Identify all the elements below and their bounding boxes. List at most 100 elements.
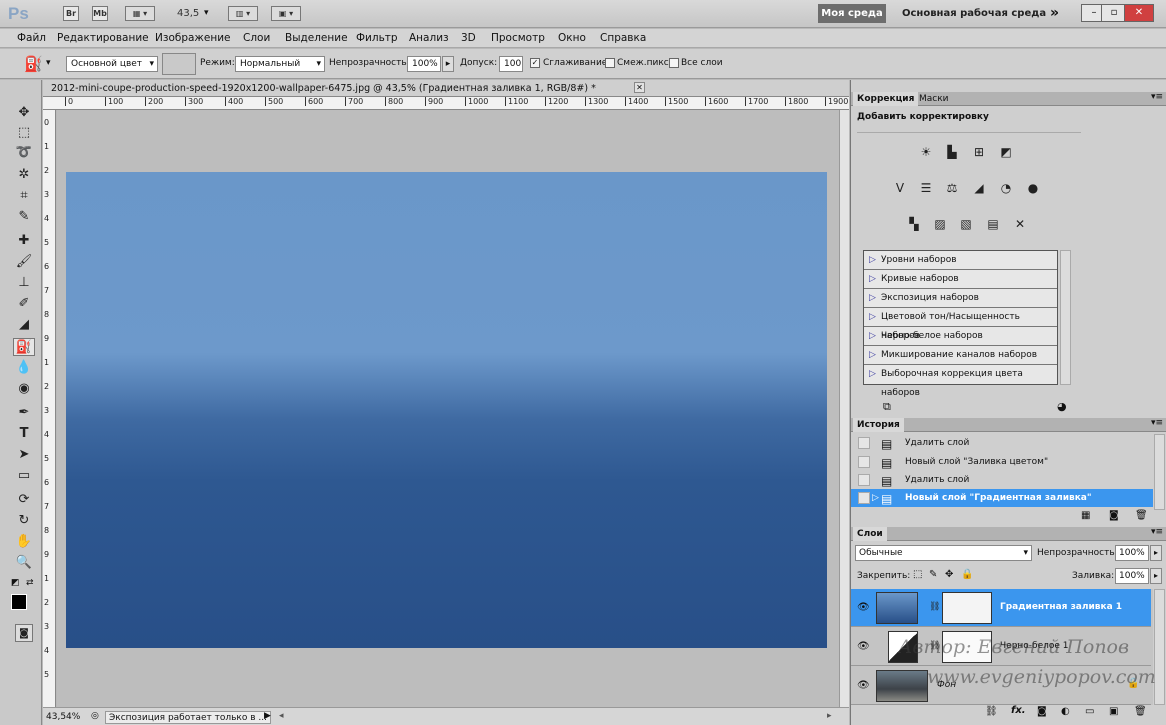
eye-icon[interactable]: 👁 — [857, 602, 870, 613]
photo-filter-icon[interactable]: ◔ — [997, 180, 1015, 196]
eyedropper-tool-icon[interactable]: ✎ — [13, 208, 35, 226]
clone-stamp-tool-icon[interactable]: ⊥ — [13, 274, 35, 292]
history-source-checkbox[interactable] — [858, 456, 870, 468]
menu-view[interactable]: Просмотр — [491, 32, 545, 44]
eye-icon[interactable]: 👁 — [857, 680, 870, 691]
menu-select[interactable]: Выделение — [285, 32, 348, 44]
gradient-fill-image[interactable] — [66, 172, 827, 648]
history-source-checkbox[interactable] — [858, 437, 870, 449]
delete-state-icon[interactable]: 🗑 — [1135, 510, 1148, 521]
scroll-left-icon[interactable]: ◂ — [279, 711, 284, 721]
tab-adjustments[interactable]: Коррекция — [853, 92, 919, 106]
preset-item[interactable]: ▷ Черно-белое наборов — [864, 327, 1057, 346]
workspace-my[interactable]: Моя среда — [818, 4, 886, 23]
quick-mask-icon[interactable]: ◙ — [15, 624, 33, 642]
opacity-input[interactable]: 100% — [407, 56, 441, 72]
preset-item[interactable]: ▷ Экспозиция наборов — [864, 289, 1057, 308]
type-tool-icon[interactable]: T — [13, 425, 35, 443]
fill-slider-button[interactable]: ▸ — [1150, 568, 1162, 584]
history-item[interactable]: ▤ Новый слой "Заливка цветом" — [851, 453, 1153, 471]
brush-tool-icon[interactable]: 🖌 — [13, 253, 35, 271]
history-item[interactable]: ▤ Удалить слой — [851, 434, 1153, 452]
path-selection-tool-icon[interactable]: ➤ — [13, 446, 35, 464]
new-layer-icon[interactable]: ▣ — [1109, 706, 1118, 717]
posterize-icon[interactable]: ▨ — [931, 216, 949, 232]
preset-item[interactable]: ▷ Кривые наборов — [864, 270, 1057, 289]
paint-bucket-preset-icon[interactable]: ⛽ — [24, 55, 43, 73]
add-mask-icon[interactable]: ◙ — [1037, 706, 1047, 717]
delete-layer-icon[interactable]: 🗑 — [1134, 706, 1147, 717]
layer-opacity-input[interactable]: 100% — [1115, 545, 1149, 561]
panel-menu-icon[interactable]: ▾≡ — [1151, 418, 1163, 428]
preset-dropdown-icon[interactable]: ▾ — [46, 58, 51, 68]
tab-masks[interactable]: Маски — [915, 92, 953, 106]
status-info-icon[interactable]: ◎ — [91, 711, 99, 721]
visibility-toggle-icon[interactable]: ◕ — [1057, 400, 1067, 413]
swap-colors-icon[interactable]: ⇄ — [26, 578, 34, 588]
fill-source-select[interactable]: Основной цвет ▾ — [66, 56, 158, 72]
zoom-dropdown-icon[interactable]: ▾ — [204, 8, 209, 18]
3d-rotate-tool-icon[interactable]: ⟳ — [13, 491, 35, 509]
healing-brush-tool-icon[interactable]: ✚ — [13, 232, 35, 250]
menu-help[interactable]: Справка — [600, 32, 646, 44]
lock-pixels-icon[interactable]: ✎ — [929, 569, 937, 580]
snapshot-icon[interactable]: ◙ — [1109, 510, 1119, 521]
foreground-color-swatch[interactable] — [11, 594, 27, 610]
panel-menu-icon[interactable]: ▾≡ — [1151, 92, 1163, 102]
hue-saturation-icon[interactable]: ☰ — [917, 180, 935, 196]
curves-icon[interactable]: ⊞ — [970, 144, 988, 160]
presets-scrollbar[interactable] — [1060, 250, 1071, 385]
fill-input[interactable]: 100% — [1115, 568, 1149, 584]
new-group-icon[interactable]: ▭ — [1085, 706, 1094, 717]
exposure-icon[interactable]: ◩ — [997, 144, 1015, 160]
close-document-icon[interactable]: ✕ — [634, 82, 645, 93]
tab-layers[interactable]: Слои — [853, 527, 887, 541]
history-scrollbar[interactable] — [1154, 434, 1165, 510]
status-zoom[interactable]: 43,54% — [46, 712, 80, 722]
menu-file[interactable]: Файл — [17, 32, 46, 44]
preset-item[interactable]: ▷ Цветовой тон/Насыщенность наборов — [864, 308, 1057, 341]
blend-mode-select[interactable]: Обычные ▾ — [855, 545, 1032, 561]
move-tool-icon[interactable]: ✥ — [13, 104, 35, 122]
history-item-selected[interactable]: ▷ ▤ Новый слой "Градиентная заливка" — [851, 489, 1153, 507]
invert-icon[interactable]: ▚ — [905, 216, 923, 232]
canvas-vertical-scrollbar[interactable] — [839, 110, 849, 707]
panel-menu-icon[interactable]: ▾≡ — [1151, 527, 1163, 537]
opacity-slider-button[interactable]: ▸ — [442, 56, 454, 72]
magic-wand-tool-icon[interactable]: ✲ — [13, 166, 35, 184]
canvas-area[interactable] — [57, 110, 839, 707]
menu-filter[interactable]: Фильтр — [356, 32, 398, 44]
selective-color-icon[interactable]: ✕ — [1011, 216, 1029, 232]
scroll-right-icon[interactable]: ▸ — [827, 711, 832, 721]
dodge-tool-icon[interactable]: ◉ — [13, 380, 35, 398]
contiguous-checkbox[interactable] — [605, 58, 615, 68]
marquee-tool-icon[interactable]: ⬚ — [13, 124, 35, 142]
threshold-icon[interactable]: ▧ — [957, 216, 975, 232]
new-adjustment-layer-icon[interactable]: ◐ — [1061, 706, 1070, 717]
bridge-button[interactable]: Br — [63, 6, 79, 21]
channel-mixer-icon[interactable]: ● — [1024, 180, 1042, 196]
workspace-essentials[interactable]: Основная рабочая среда — [902, 8, 1046, 19]
history-source-checkbox[interactable] — [858, 492, 870, 504]
chain-link-icon[interactable]: ⛓ — [929, 602, 940, 612]
menu-3d[interactable]: 3D — [461, 32, 476, 44]
eye-icon[interactable]: 👁 — [857, 641, 870, 652]
crop-tool-icon[interactable]: ⌗ — [13, 187, 35, 205]
close-button[interactable]: ✕ — [1124, 4, 1154, 22]
menu-layer[interactable]: Слои — [243, 32, 270, 44]
lock-position-icon[interactable]: ✥ — [945, 569, 953, 580]
background-layer-thumbnail[interactable] — [876, 670, 928, 702]
zoom-tool-icon[interactable]: 🔍 — [13, 554, 35, 572]
preset-item[interactable]: ▷ Микширование каналов наборов — [864, 346, 1057, 365]
view-extras-button[interactable]: ▦ ▾ — [125, 6, 155, 21]
all-layers-checkbox[interactable] — [669, 58, 679, 68]
pattern-picker[interactable] — [162, 53, 196, 75]
blur-tool-icon[interactable]: 💧 — [13, 359, 35, 377]
link-layers-icon[interactable]: ⛓ — [985, 706, 998, 717]
vibrance-icon[interactable]: V — [891, 180, 909, 196]
gradient-map-icon[interactable]: ▤ — [984, 216, 1002, 232]
3d-orbit-tool-icon[interactable]: ↻ — [13, 512, 35, 530]
arrange-documents-button[interactable]: ▥ ▾ — [228, 6, 258, 21]
more-workspaces-icon[interactable]: » — [1050, 5, 1059, 21]
lock-transparency-icon[interactable]: ⬚ — [913, 569, 922, 580]
